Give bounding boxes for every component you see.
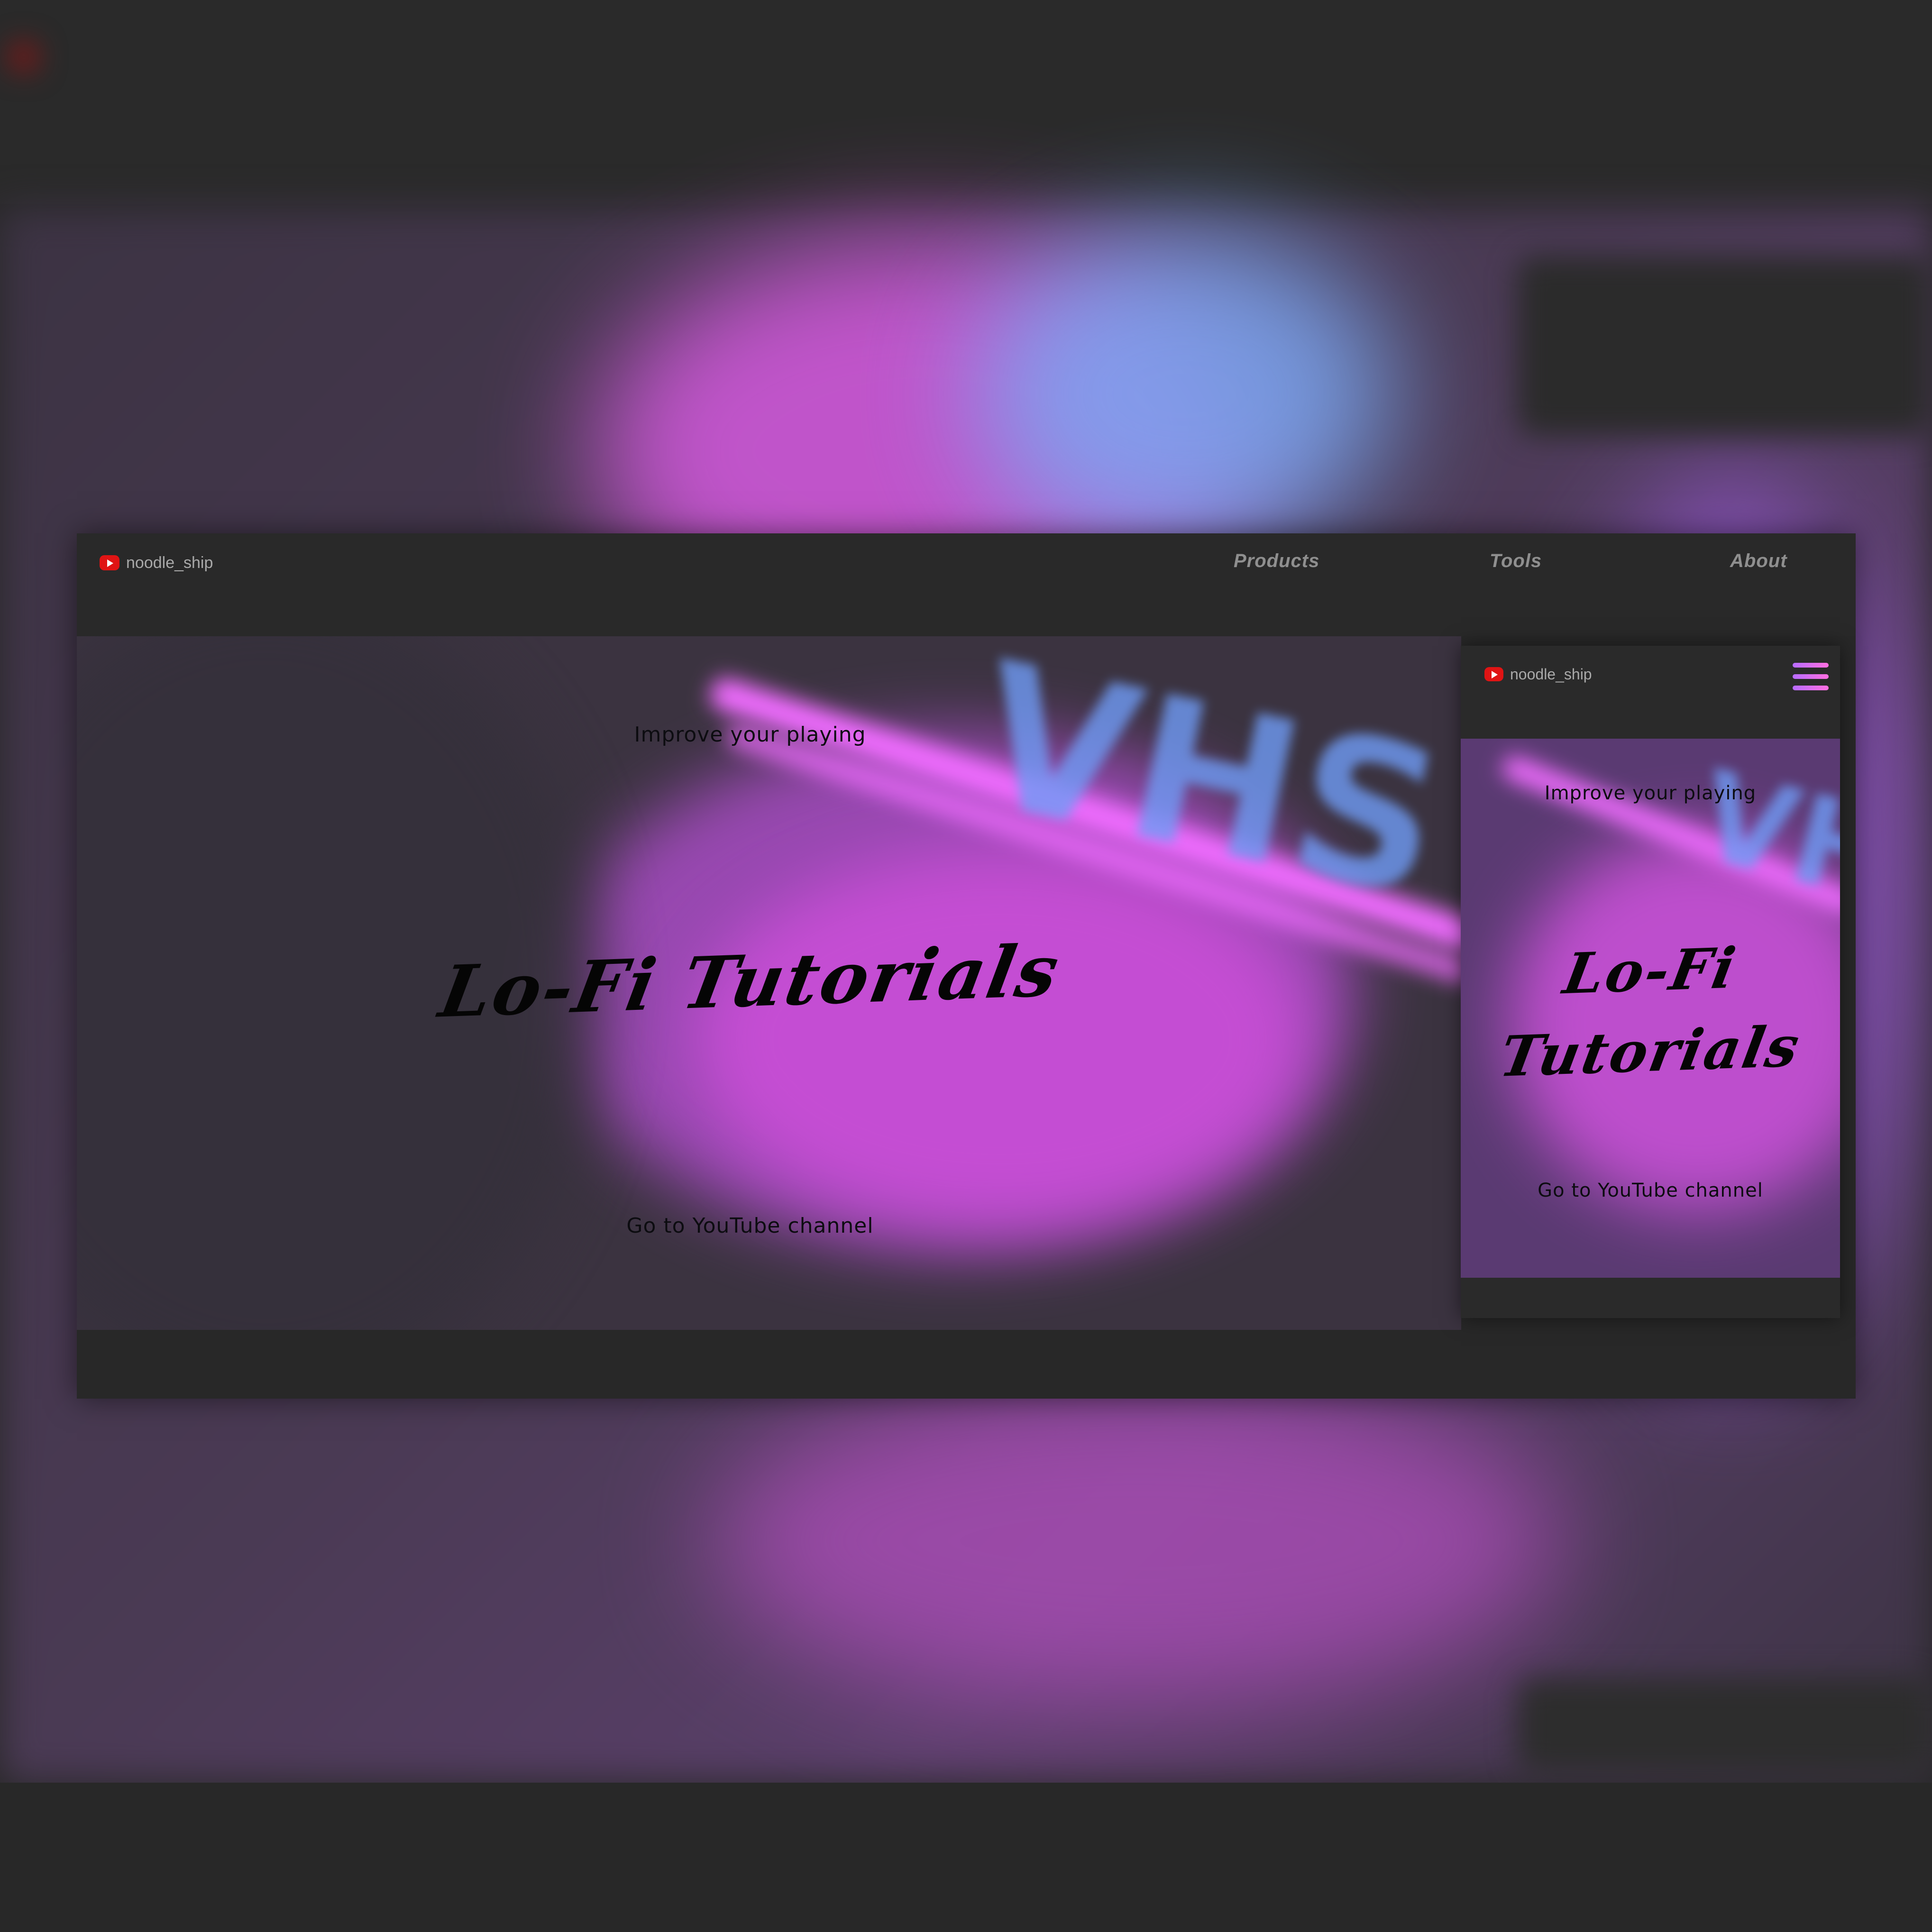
backdrop-glow-blue — [972, 228, 1399, 559]
mobile-hero: VHS Improve your playing Lo-Fi Tutorials… — [1461, 739, 1840, 1278]
youtube-channel-link[interactable]: Go to YouTube channel — [77, 1214, 1442, 1238]
mobile-youtube-channel-link[interactable]: Go to YouTube channel — [1461, 1180, 1840, 1201]
backdrop-navbar — [0, 0, 1932, 204]
mobile-hero-title-line2: Tutorials — [1495, 1013, 1806, 1090]
nav-link-about[interactable]: About — [1730, 550, 1787, 572]
hamburger-line — [1793, 686, 1829, 690]
nav-link-products[interactable]: Products — [1234, 550, 1319, 572]
backdrop-logo-ghost — [9, 43, 38, 71]
backdrop-mobile-ghost — [1517, 256, 1932, 436]
desktop-hero: VHS Improve your playing Lo-Fi Tutorials… — [77, 636, 1461, 1330]
brand-link[interactable]: noodle_ship — [100, 551, 213, 575]
backdrop-mobile-footer-ghost — [1517, 1678, 1932, 1773]
desktop-footer — [77, 1330, 1856, 1399]
youtube-icon — [100, 555, 119, 570]
hero-glow-magenta — [693, 850, 1309, 1229]
mobile-brand-link[interactable]: noodle_ship — [1484, 662, 1592, 686]
nav-link-tools[interactable]: Tools — [1490, 550, 1542, 572]
backdrop-footer — [0, 1783, 1932, 1932]
brand-name: noodle_ship — [126, 553, 213, 572]
hamburger-line — [1793, 674, 1829, 679]
desktop-navbar: noodle_ship Products Tools About — [77, 533, 1856, 636]
backdrop-glow-pink-lower — [711, 1375, 1565, 1707]
mobile-mockup: noodle_ship VHS Improve your playing Lo-… — [1461, 646, 1840, 1318]
mobile-hero-title-line1: Lo-Fi — [1558, 934, 1742, 1007]
mobile-footer — [1461, 1278, 1840, 1318]
mobile-hero-subtitle: Improve your playing — [1544, 782, 1757, 804]
hamburger-line — [1793, 663, 1829, 668]
mobile-navbar: noodle_ship — [1461, 646, 1840, 739]
youtube-icon — [1484, 667, 1503, 681]
hero-subtitle: Improve your playing — [634, 723, 866, 747]
hamburger-icon[interactable] — [1793, 663, 1829, 690]
mobile-brand-name: noodle_ship — [1510, 665, 1592, 683]
